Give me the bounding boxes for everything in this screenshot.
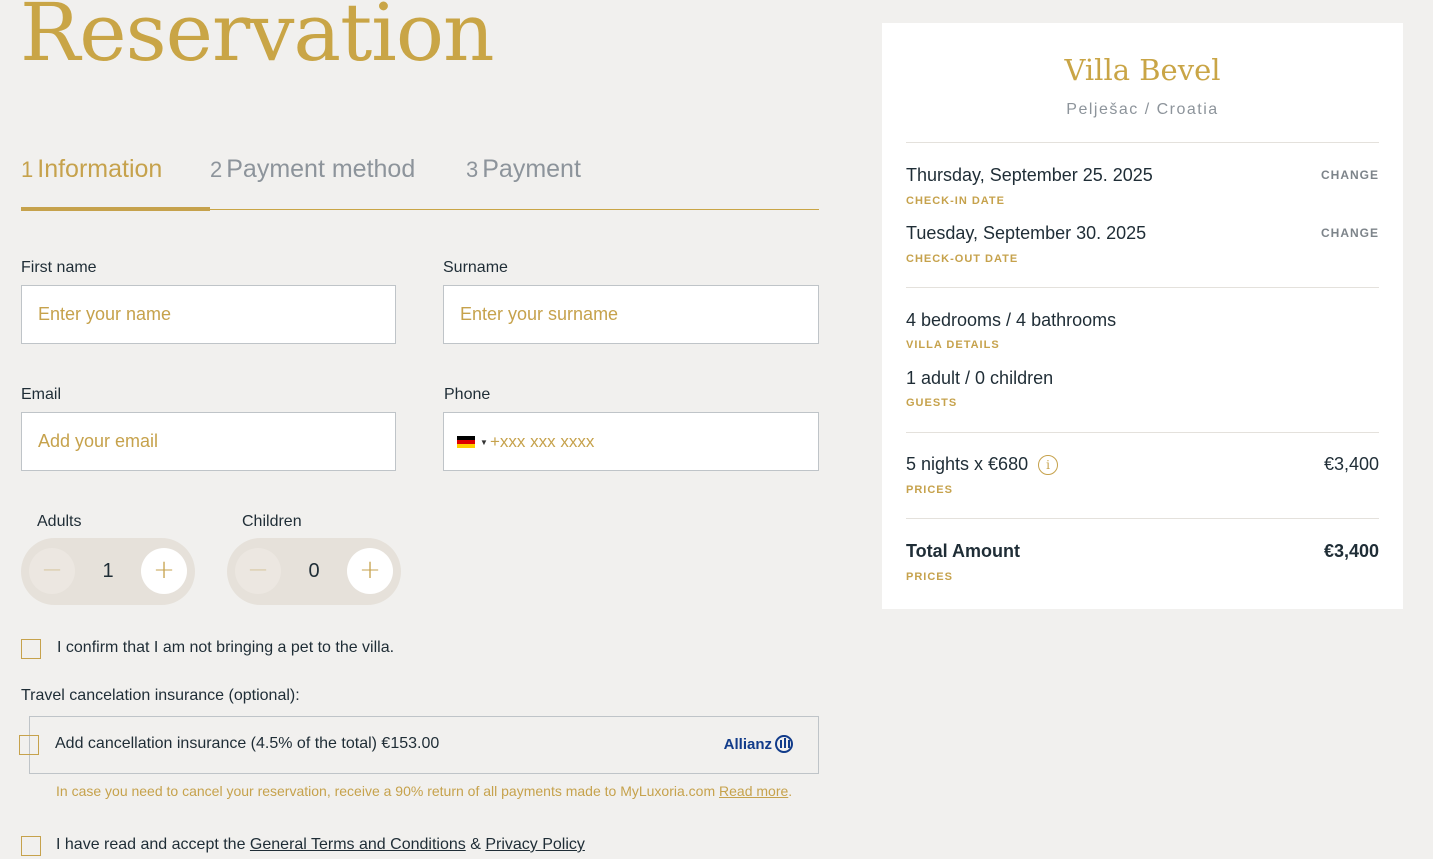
pet-confirm-label: I confirm that I am not bringing a pet t… (57, 639, 395, 656)
checkin-label: CHECK-IN DATE (906, 195, 1005, 207)
total-amount-label: Total Amount (906, 541, 1020, 561)
step-label: Payment method (226, 155, 416, 183)
step-label: Payment (482, 155, 581, 183)
step-number: 1 (21, 157, 34, 182)
phone-field-wrapper: ▼ (443, 412, 819, 471)
pet-confirm-checkbox[interactable] (21, 639, 41, 659)
terms-amp: & (470, 836, 481, 853)
divider (906, 142, 1379, 143)
checkout-date: Tuesday, September 30. 2025 (906, 223, 1147, 243)
page-title: Reservation (20, 0, 495, 79)
email-label: Email (21, 386, 62, 403)
step-number: 2 (210, 157, 223, 182)
divider (906, 518, 1379, 519)
allianz-logo: Allianz (724, 735, 793, 753)
divider (906, 287, 1379, 288)
tab-payment-method[interactable]: 2 Payment method (210, 155, 415, 209)
nights-price-row: 5 nights x €680 i (906, 454, 1059, 476)
insurance-note-text: In case you need to cancel your reservat… (56, 783, 716, 799)
surname-label: Surname (443, 259, 508, 276)
email-field[interactable] (21, 412, 396, 471)
read-more-link[interactable]: Read more (719, 783, 788, 799)
allianz-brand-text: Allianz (723, 735, 772, 753)
step-label: Information (37, 155, 163, 183)
phone-label: Phone (444, 386, 491, 403)
nights-price-text: 5 nights x €680 (906, 454, 1029, 474)
first-name-label: First name (21, 259, 97, 276)
insurance-note-end: . (788, 783, 793, 799)
nights-price-label: PRICES (906, 484, 953, 496)
guests-label: GUESTS (906, 397, 958, 409)
total-prices-label: PRICES (906, 571, 953, 583)
change-checkin-button[interactable]: CHANGE (1321, 168, 1379, 182)
phone-field[interactable] (490, 413, 810, 470)
guests-value: 1 adult / 0 children (906, 368, 1054, 388)
total-amount-value: €3,400 (1323, 541, 1379, 561)
villa-details-label: VILLA DETAILS (906, 339, 1000, 351)
step-number: 3 (466, 157, 479, 182)
adults-stepper: − 1 + (21, 538, 195, 605)
villa-name: Villa Bevel (1064, 53, 1221, 87)
change-checkout-button[interactable]: CHANGE (1321, 226, 1379, 240)
children-stepper: − 0 + (227, 538, 401, 605)
tab-information[interactable]: 1 Information (21, 155, 210, 211)
surname-field[interactable] (443, 285, 819, 344)
terms-checkbox[interactable] (21, 836, 41, 856)
adults-increment-button[interactable]: + (141, 548, 187, 594)
checkout-label: CHECK-OUT DATE (906, 253, 1019, 265)
reservation-summary-card: Villa Bevel Pelješac / Croatia Thursday,… (882, 23, 1403, 609)
step-tabs: 1 Information 2 Payment method 3 Payment (21, 155, 819, 211)
children-increment-button[interactable]: + (347, 548, 393, 594)
divider (906, 432, 1379, 433)
insurance-heading: Travel cancelation insurance (optional): (21, 687, 300, 704)
nights-amount: €3,400 (1323, 454, 1379, 474)
germany-flag-icon[interactable] (457, 436, 475, 448)
adults-label: Adults (37, 513, 82, 530)
children-label: Children (242, 513, 302, 530)
terms-prefix: I have read and accept the (56, 836, 246, 853)
privacy-policy-link[interactable]: Privacy Policy (485, 836, 585, 853)
insurance-checkbox[interactable] (19, 735, 39, 755)
country-dropdown-caret-icon[interactable]: ▼ (480, 438, 488, 447)
allianz-emblem-icon (775, 735, 793, 753)
info-icon[interactable]: i (1038, 455, 1059, 476)
tab-payment[interactable]: 3 Payment (466, 155, 581, 209)
villa-location: Pelješac / Croatia (1066, 101, 1219, 118)
insurance-note: In case you need to cancel your reservat… (56, 783, 792, 799)
terms-label: I have read and accept the General Terms… (56, 836, 585, 854)
insurance-label: Add cancellation insurance (4.5% of the … (55, 735, 440, 752)
checkin-date: Thursday, September 25. 2025 (906, 165, 1153, 185)
villa-details-value: 4 bedrooms / 4 bathrooms (906, 310, 1117, 330)
first-name-field[interactable] (21, 285, 396, 344)
terms-link[interactable]: General Terms and Conditions (250, 836, 466, 853)
